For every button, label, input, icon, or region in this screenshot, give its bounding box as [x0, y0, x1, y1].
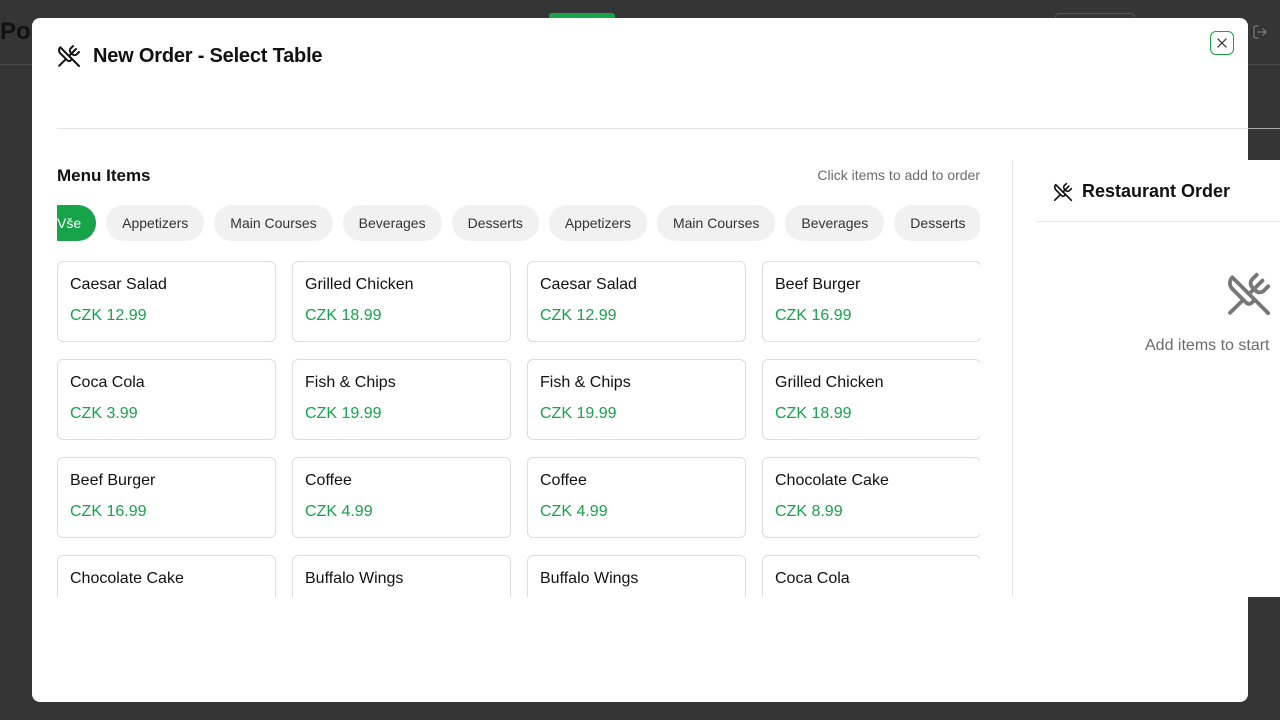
menu-item-card[interactable]: Coca Cola CZK 3.99 [57, 359, 276, 440]
category-chip-appetizers[interactable]: Appetizers [548, 205, 647, 241]
menu-item-name: Coca Cola [70, 374, 145, 391]
menu-item-card[interactable]: Coffee CZK 4.99 [292, 457, 511, 538]
menu-heading: Menu Items [57, 166, 151, 185]
menu-item-card[interactable]: Caesar Salad CZK 12.99 [527, 261, 746, 342]
menu-item-card[interactable]: Caesar Salad CZK 12.99 [57, 261, 276, 342]
close-button[interactable] [1210, 31, 1234, 55]
close-icon [1217, 38, 1227, 48]
menu-item-card[interactable]: Beef Burger CZK 16.99 [762, 261, 980, 342]
menu-item-name: Grilled Chicken [775, 374, 884, 391]
menu-item-price: CZK 8.99 [775, 503, 843, 520]
menu-item-card[interactable]: Grilled Chicken CZK 18.99 [292, 261, 511, 342]
order-panel-title: Restaurant Order [1082, 181, 1231, 201]
order-panel-header: Restaurant Order [1053, 181, 1230, 202]
menu-item-card[interactable]: Chocolate Cake [57, 555, 276, 597]
menu-item-name: Buffalo Wings [305, 570, 404, 587]
menu-item-price: CZK 18.99 [775, 405, 852, 422]
menu-item-card[interactable]: Coca Cola [762, 555, 980, 597]
menu-item-price: CZK 12.99 [540, 307, 617, 324]
menu-item-price: CZK 12.99 [70, 307, 147, 324]
menu-item-name: Fish & Chips [305, 374, 396, 391]
category-filter-bar: Vše Appetizers Main Courses Beverages Desser… [57, 205, 980, 241]
modal-title: New Order - Select Table [93, 44, 323, 67]
utensils-crossed-icon [58, 45, 80, 67]
category-chip-appetizers[interactable]: Appetizers [106, 205, 205, 241]
modal-header: New Order - Select Table [57, 44, 323, 68]
menu-item-name: Buffalo Wings [540, 570, 639, 587]
logout-icon [1253, 25, 1267, 39]
menu-item-name: Caesar Salad [70, 276, 167, 293]
category-chip-main-courses[interactable]: Main Courses [656, 205, 776, 241]
header-divider [57, 128, 1248, 129]
utensils-crossed-icon [1228, 272, 1271, 316]
menu-item-price: CZK 19.99 [540, 405, 617, 422]
menu-item-price: CZK 18.99 [305, 307, 382, 324]
order-panel-top-line [1248, 128, 1280, 129]
category-chip-main-courses[interactable]: Main Courses [214, 205, 333, 241]
category-chip-beverages[interactable]: Beverages [785, 205, 885, 241]
utensils-crossed-icon [1053, 182, 1073, 201]
menu-item-card[interactable]: Coffee CZK 4.99 [527, 457, 746, 538]
menu-item-name: Caesar Salad [540, 276, 637, 293]
menu-item-card[interactable]: Fish & Chips CZK 19.99 [527, 359, 746, 440]
background-app-title: Po [0, 18, 31, 45]
order-panel-divider-line [1037, 221, 1280, 222]
menu-item-card[interactable]: Beef Burger CZK 16.99 [57, 457, 276, 538]
menu-item-price: CZK 4.99 [305, 503, 373, 520]
menu-item-name: Chocolate Cake [70, 570, 184, 587]
menu-item-card[interactable]: Chocolate Cake CZK 8.99 [762, 457, 980, 538]
menu-item-price: CZK 4.99 [540, 503, 608, 520]
category-chip-desserts[interactable]: Desserts [451, 205, 539, 241]
menu-item-name: Beef Burger [70, 472, 156, 489]
category-chip-desserts[interactable]: Desserts [894, 205, 980, 241]
menu-item-card[interactable]: Grilled Chicken CZK 18.99 [762, 359, 980, 440]
menu-item-price: CZK 3.99 [70, 405, 138, 422]
menu-item-card[interactable]: Buffalo Wings [527, 555, 746, 597]
menu-item-name: Coffee [305, 472, 352, 489]
menu-item-name: Fish & Chips [540, 374, 631, 391]
menu-item-card[interactable]: Fish & Chips CZK 19.99 [292, 359, 511, 440]
category-chip-beverages[interactable]: Beverages [342, 205, 442, 241]
menu-item-name: Coffee [540, 472, 587, 489]
menu-item-price: CZK 16.99 [775, 307, 852, 324]
menu-section: Menu Items Click items to add to order V… [57, 161, 980, 597]
menu-item-price: CZK 16.99 [70, 503, 147, 520]
menu-items-grid: Caesar Salad CZK 12.99 Grilled Chicken CZK… [57, 261, 980, 597]
menu-item-price: CZK 19.99 [305, 405, 382, 422]
menu-item-name: Grilled Chicken [305, 276, 414, 293]
new-order-modal: New Order - Select Table Menu Items Clic… [32, 18, 1248, 702]
menu-item-card[interactable]: Buffalo Wings [292, 555, 511, 597]
menu-item-name: Chocolate Cake [775, 472, 889, 489]
menu-item-name: Beef Burger [775, 276, 861, 293]
order-panel-divider [1012, 161, 1013, 597]
order-panel-overflow [1248, 160, 1280, 597]
menu-item-name: Coca Cola [775, 570, 850, 587]
menu-hint: Click items to add to order [817, 167, 980, 183]
order-empty-message: Add items to start [1145, 337, 1270, 354]
category-chip-all[interactable]: Vše [57, 205, 97, 241]
